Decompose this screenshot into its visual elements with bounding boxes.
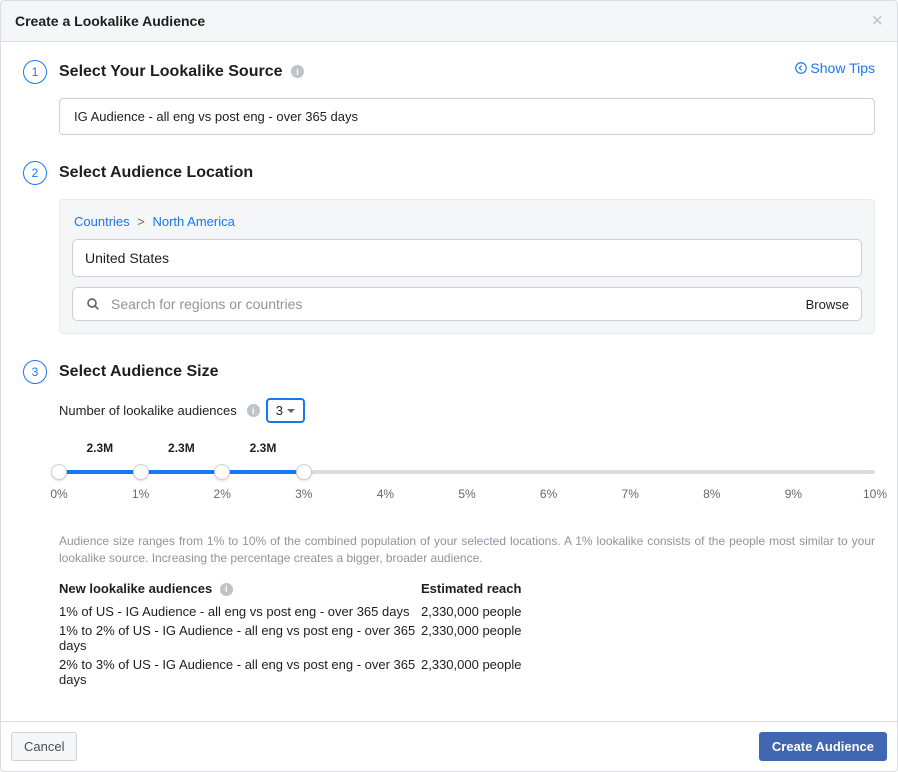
segment-label: 2.3M (250, 441, 277, 455)
tick-label: 7% (622, 487, 639, 501)
step1-title: Select Your Lookalike Source i (59, 63, 304, 81)
num-audiences-value: 3 (276, 403, 283, 418)
show-tips-button[interactable]: Show Tips (794, 60, 875, 76)
table-row: 1% of US - IG Audience - all eng vs post… (59, 604, 875, 619)
slider-track-container[interactable] (59, 463, 875, 481)
slider-ticks: 0% 1% 2% 3% 4% 5% 6% 7% 8% 9% 10% (59, 487, 875, 505)
step1-title-text: Select Your Lookalike Source (59, 63, 283, 80)
num-audiences-row: Number of lookalike audiences i 3 (59, 398, 875, 423)
step2-header: 2 Select Audience Location (23, 161, 875, 185)
audience-name: 2% to 3% of US - IG Audience - all eng v… (59, 657, 421, 687)
chevron-left-circle-icon (794, 61, 808, 75)
cancel-button[interactable]: Cancel (11, 732, 77, 761)
audience-reach: 2,330,000 people (421, 604, 875, 619)
crumb-countries[interactable]: Countries (74, 214, 130, 229)
segment-label: 2.3M (86, 441, 113, 455)
tick-label: 3% (295, 487, 312, 501)
step1-number: 1 (23, 60, 47, 84)
step3-title: Select Audience Size (59, 363, 218, 381)
close-icon[interactable]: × (871, 11, 883, 31)
slider-segment-labels: 2.3M 2.3M 2.3M (59, 441, 875, 459)
create-audience-button[interactable]: Create Audience (759, 732, 887, 761)
show-tips-label: Show Tips (810, 60, 875, 76)
lookalike-modal: Create a Lookalike Audience × 1 Select Y… (0, 0, 898, 772)
col-reach-header: Estimated reach (421, 581, 875, 596)
tick-label: 0% (50, 487, 67, 501)
audience-table: New lookalike audiences i Estimated reac… (59, 581, 875, 687)
slider-fill (59, 470, 304, 474)
tick-label: 8% (703, 487, 720, 501)
num-audiences-select[interactable]: 3 (266, 398, 305, 423)
audience-name: 1% of US - IG Audience - all eng vs post… (59, 604, 421, 619)
lookalike-source-input[interactable]: IG Audience - all eng vs post eng - over… (59, 98, 875, 135)
search-icon (85, 296, 101, 312)
step3-number: 3 (23, 360, 47, 384)
browse-button[interactable]: Browse (806, 297, 849, 312)
location-search-row: Browse (72, 287, 862, 321)
tick-label: 5% (458, 487, 475, 501)
breadcrumb: Countries > North America (72, 212, 862, 239)
modal-footer: Cancel Create Audience (1, 721, 897, 771)
location-card: Countries > North America United States … (59, 199, 875, 334)
step3-content: Number of lookalike audiences i 3 2.3M 2… (59, 398, 875, 687)
crumb-sep: > (137, 214, 145, 229)
audience-reach: 2,330,000 people (421, 623, 875, 653)
table-row: 2% to 3% of US - IG Audience - all eng v… (59, 657, 875, 687)
slider-thumb-3[interactable] (296, 464, 312, 480)
audience-size-slider: 2.3M 2.3M 2.3M 0% 1% 2% 3% 4 (59, 441, 875, 505)
step1-header: 1 Select Your Lookalike Source i (23, 60, 304, 84)
tick-label: 6% (540, 487, 557, 501)
col-a-header-text: New lookalike audiences (59, 581, 212, 596)
info-icon[interactable]: i (220, 583, 233, 596)
info-icon[interactable]: i (291, 65, 304, 78)
step3-header: 3 Select Audience Size (23, 360, 875, 384)
modal-header: Create a Lookalike Audience × (1, 1, 897, 42)
slider-thumb-2[interactable] (214, 464, 230, 480)
info-icon[interactable]: i (247, 404, 260, 417)
slider-thumb-1[interactable] (133, 464, 149, 480)
segment-label: 2.3M (168, 441, 195, 455)
crumb-region[interactable]: North America (152, 214, 234, 229)
location-search-input[interactable] (111, 296, 796, 312)
col-name-header: New lookalike audiences i (59, 581, 421, 596)
modal-title: Create a Lookalike Audience (15, 13, 205, 29)
step1-row: 1 Select Your Lookalike Source i Show Ti… (23, 60, 875, 98)
tick-label: 2% (214, 487, 231, 501)
chevron-down-icon (287, 409, 295, 413)
num-audiences-label: Number of lookalike audiences (59, 403, 237, 418)
step2-title: Select Audience Location (59, 164, 253, 182)
audience-name: 1% to 2% of US - IG Audience - all eng v… (59, 623, 421, 653)
tick-label: 9% (785, 487, 802, 501)
tick-label: 1% (132, 487, 149, 501)
slider-thumb-0[interactable] (51, 464, 67, 480)
modal-body: 1 Select Your Lookalike Source i Show Ti… (1, 42, 897, 721)
selected-location-chip[interactable]: United States (72, 239, 862, 277)
tick-label: 4% (377, 487, 394, 501)
step2-number: 2 (23, 161, 47, 185)
size-description: Audience size ranges from 1% to 10% of t… (59, 533, 875, 567)
audience-reach: 2,330,000 people (421, 657, 875, 687)
table-header: New lookalike audiences i Estimated reac… (59, 581, 875, 596)
table-row: 1% to 2% of US - IG Audience - all eng v… (59, 623, 875, 653)
tick-label: 10% (863, 487, 887, 501)
